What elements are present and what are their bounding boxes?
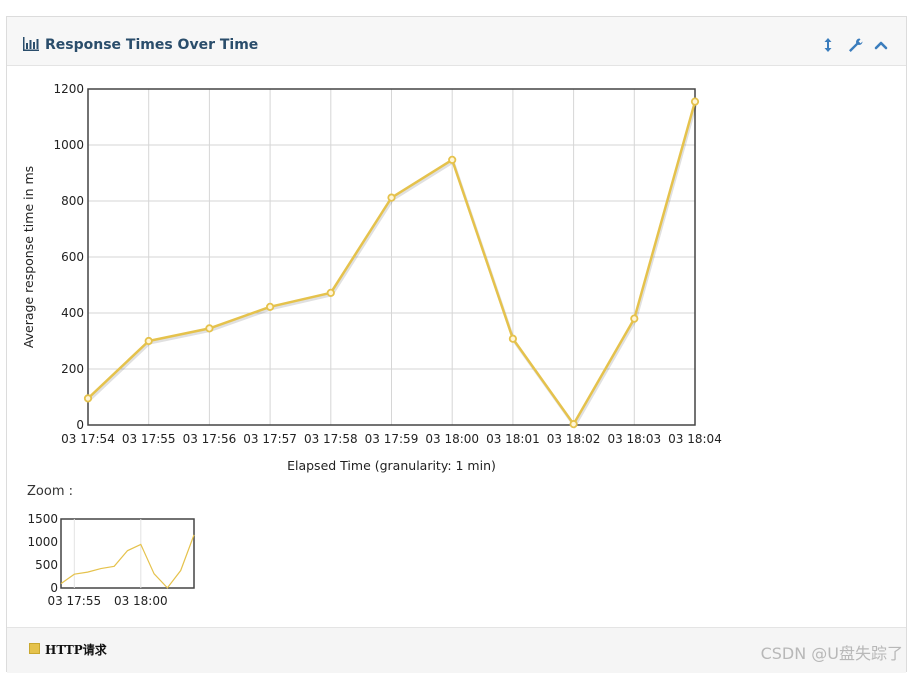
x-tick-label: 03 18:04: [668, 432, 722, 446]
x-tick-label: 03 17:56: [183, 432, 237, 446]
x-tick-label: 03 17:55: [122, 432, 176, 446]
y-tick-label: 1200: [53, 82, 84, 96]
chart-canvas: 0 200 400 600 800 1000 1200 03 17:54 03 17:55 03 …: [21, 82, 722, 608]
zoom-y-tick-label: 1000: [27, 535, 58, 549]
x-tick-label: 03 17:57: [243, 432, 297, 446]
watermark: CSDN @U盘失踪了: [760, 644, 903, 663]
x-tick-label: 03 17:59: [365, 432, 419, 446]
x-tick-label: 03 18:02: [547, 432, 601, 446]
data-point[interactable]: [265, 302, 275, 311]
data-point[interactable]: [630, 314, 639, 323]
data-point[interactable]: [83, 394, 93, 403]
y-tick-label: 800: [61, 194, 84, 208]
zoom-y-tick-label: 1500: [27, 512, 58, 526]
zoom-x-tick-label: 03 18:00: [114, 594, 168, 608]
zoom-x-tick-label: 03 17:55: [47, 594, 101, 608]
x-tick-label: 03 18:01: [486, 432, 540, 446]
data-point[interactable]: [326, 288, 335, 297]
zoom-y-tick-label: 0: [50, 581, 58, 595]
data-point[interactable]: [448, 155, 457, 164]
data-point[interactable]: [690, 97, 700, 106]
data-point[interactable]: [205, 324, 214, 333]
x-tick-label: 03 17:54: [61, 432, 115, 446]
data-point[interactable]: [569, 420, 578, 429]
x-tick-label: 03 18:03: [607, 432, 661, 446]
y-tick-label: 600: [61, 250, 84, 264]
data-point[interactable]: [508, 334, 518, 343]
y-tick-label: 400: [61, 306, 84, 320]
zoom-y-tick-label: 500: [35, 558, 58, 572]
y-axis-label: Average response time in ms: [21, 166, 36, 348]
y-tick-label: 1000: [53, 138, 84, 152]
x-axis-label: Elapsed Time (granularity: 1 min): [287, 458, 496, 473]
zoom-plot-frame[interactable]: [60, 518, 195, 589]
y-tick-label: 0: [76, 418, 84, 432]
x-tick-label: 03 18:00: [425, 432, 479, 446]
data-point[interactable]: [144, 336, 153, 346]
data-point[interactable]: [387, 193, 396, 202]
x-tick-label: 03 17:58: [304, 432, 358, 446]
y-tick-label: 200: [61, 362, 84, 376]
